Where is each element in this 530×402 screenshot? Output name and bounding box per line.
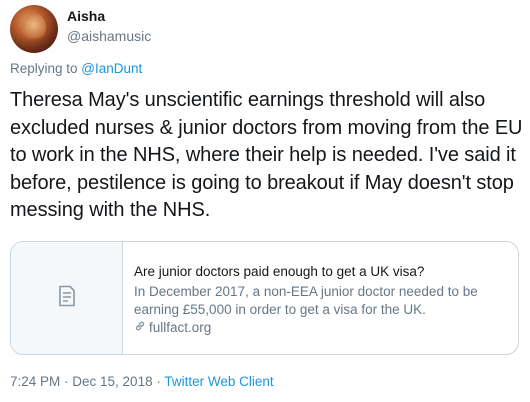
source-link[interactable]: Twitter Web Client: [164, 374, 273, 389]
card-text: Are junior doctors paid enough to get a …: [134, 263, 509, 337]
tweet: Aisha @aishamusic Replying to @IanDunt T…: [0, 0, 530, 402]
replying-to-label: Replying to: [10, 61, 82, 76]
reply-target-link[interactable]: @IanDunt: [81, 61, 142, 76]
link-card[interactable]: Are junior doctors paid enough to get a …: [10, 241, 519, 355]
timestamp[interactable]: 7:24 PM · Dec 15, 2018 ·: [10, 374, 164, 389]
card-description: In December 2017, a non-EEA junior docto…: [134, 284, 478, 317]
card-title: Are junior doctors paid enough to get a …: [134, 264, 425, 279]
tweet-text: Theresa May's unscientific earnings thre…: [10, 89, 523, 221]
link-icon: [134, 319, 146, 337]
card-domain-text: fullfact.org: [149, 320, 212, 335]
replying-to: Replying to @IanDunt: [10, 61, 142, 76]
author-name[interactable]: Aisha: [67, 8, 105, 24]
tweet-meta: 7:24 PM · Dec 15, 2018 · Twitter Web Cli…: [10, 374, 274, 389]
card-media: [11, 242, 123, 354]
author-handle[interactable]: @aishamusic: [67, 28, 151, 44]
card-domain: fullfact.org: [134, 319, 509, 337]
avatar[interactable]: [10, 5, 58, 53]
document-icon: [57, 285, 77, 312]
